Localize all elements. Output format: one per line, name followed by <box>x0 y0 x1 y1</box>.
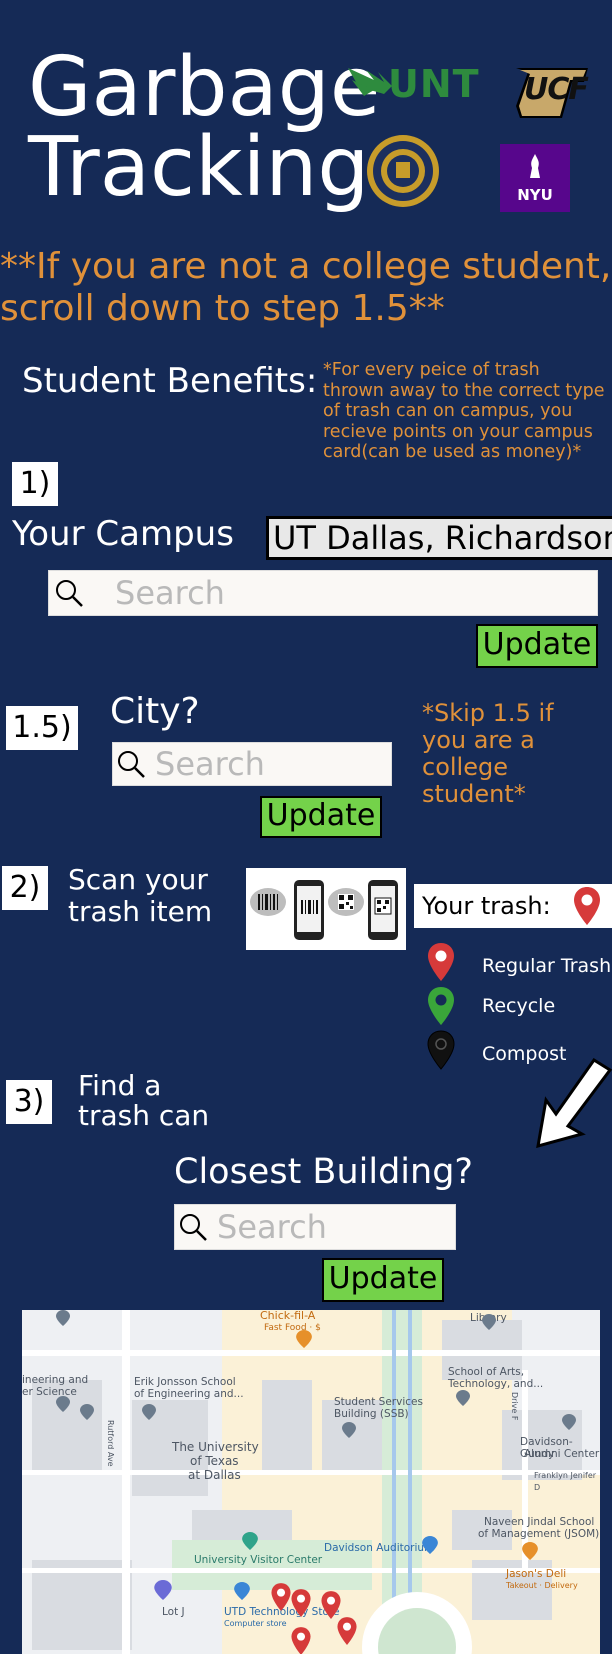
recycle-pin-icon <box>428 987 454 1025</box>
step3-number: 3) <box>6 1080 52 1124</box>
trash-can-pin-icon[interactable] <box>290 1588 312 1618</box>
closest-building-label: Closest Building? <box>174 1152 473 1192</box>
title-line1: Garbage <box>28 40 381 135</box>
step3-label-line2: trash can <box>78 1099 210 1132</box>
step2-label-line2: trash item <box>68 895 213 928</box>
campus-map[interactable]: Chick-fil-A Fast Food · $ Library ineeri… <box>22 1310 600 1654</box>
map-poi-icon[interactable] <box>456 1390 470 1406</box>
map-label-ssb1: Student Services <box>334 1396 423 1408</box>
your-trash-panel: Your trash: <box>414 884 612 928</box>
map-label-jason: Jason's Deli <box>506 1568 567 1580</box>
campus-search-placeholder: Search <box>115 574 225 612</box>
legend-regular-trash: Regular Trash <box>482 955 612 977</box>
campus-input[interactable]: UT Dallas, Richardson <box>266 516 612 560</box>
map-food-icon[interactable] <box>296 1330 312 1348</box>
map-label-jindal2: of Management (JSOM) <box>478 1528 600 1540</box>
your-trash-label: Your trash: <box>422 892 551 920</box>
nyu-logo-text: NYU <box>517 186 553 204</box>
city-search-placeholder: Search <box>155 745 265 783</box>
map-poi-icon[interactable] <box>142 1404 156 1420</box>
map-label-franklyn: Franklyn Jenifer D <box>534 1471 597 1492</box>
map-poi-icon[interactable] <box>56 1310 70 1326</box>
arrow-down-left-icon <box>536 1058 612 1148</box>
step15-number: 1.5) <box>6 706 78 750</box>
search-icon <box>118 751 145 778</box>
map-poi-icon[interactable] <box>80 1404 94 1420</box>
red-pin-icon <box>574 887 600 925</box>
benefits-label: Student Benefits: <box>22 361 318 401</box>
campus-update-button[interactable]: Update <box>476 624 598 668</box>
map-label-jason-sub: Takeout · Delivery <box>506 1581 578 1590</box>
map-poi-icon[interactable] <box>482 1314 496 1330</box>
uc-seal-logo <box>366 134 440 208</box>
search-icon <box>180 1214 207 1241</box>
step2-label-line1: Scan your <box>68 863 208 896</box>
city-update-button[interactable]: Update <box>260 796 382 838</box>
map-label-chick: Chick-fil-A <box>260 1310 316 1322</box>
map-label-drive: Drive F <box>510 1392 519 1421</box>
step3-label-line1: Find a <box>78 1069 162 1102</box>
nyu-logo: NYU <box>500 144 570 212</box>
map-poi-icon[interactable] <box>56 1396 70 1412</box>
map-label-jindal1: Naveen Jindal School <box>484 1516 595 1528</box>
map-label-utd2: of Texas <box>190 1454 239 1468</box>
title-line2: Tracking <box>28 120 370 215</box>
map-parking-icon[interactable] <box>154 1580 172 1600</box>
map-label-jonsson2: of Engineering and... <box>134 1388 244 1400</box>
scan-image <box>246 868 406 950</box>
map-label-jonsson1: Erik Jonsson School <box>134 1376 236 1388</box>
regular-trash-pin-icon <box>428 943 454 981</box>
map-poi-icon[interactable] <box>562 1414 576 1430</box>
building-search-placeholder: Search <box>217 1208 327 1246</box>
building-search-input[interactable]: Search <box>174 1204 456 1250</box>
map-label-arts2: Technology, and... <box>448 1378 544 1390</box>
map-music-icon[interactable] <box>422 1536 438 1554</box>
map-label-lotj: Lot J <box>162 1606 185 1618</box>
step1-label: Your Campus <box>12 514 234 554</box>
search-icon <box>56 580 83 607</box>
building-update-button[interactable]: Update <box>322 1258 444 1302</box>
legend-recycle: Recycle <box>482 995 556 1017</box>
map-store-icon[interactable] <box>234 1582 250 1600</box>
map-poi-icon[interactable] <box>342 1422 356 1438</box>
skip-note: *Skip 1.5 if you are a college student* <box>422 699 554 808</box>
unt-logo: UNT <box>344 60 479 110</box>
step1-number: 1) <box>12 462 58 506</box>
map-label-aud: Davidson Auditorium <box>324 1542 435 1554</box>
notice-line2: scroll down to step 1.5** <box>0 288 445 329</box>
trash-can-pin-icon[interactable] <box>290 1626 312 1654</box>
map-label-store2: Computer store <box>224 1619 287 1628</box>
map-label-chick-sub: Fast Food · $ <box>264 1323 321 1333</box>
unt-logo-text: UNT <box>388 62 480 106</box>
map-label-arts1: School of Arts, <box>448 1366 525 1378</box>
map-label-visitor: University Visitor Center <box>194 1554 323 1566</box>
map-label-eng1: ineering and <box>22 1374 89 1386</box>
step15-label: City? <box>110 691 200 732</box>
compost-pin-icon <box>427 1030 455 1070</box>
trash-can-pin-icon[interactable] <box>270 1582 292 1612</box>
map-food-icon[interactable] <box>522 1542 538 1560</box>
map-label-utd3: at Dallas <box>188 1468 241 1482</box>
campus-search-input[interactable]: Search <box>48 570 598 616</box>
trash-can-pin-icon[interactable] <box>336 1616 358 1646</box>
map-label-dg2: Alumni Center <box>524 1448 600 1460</box>
ucf-logo: UCF <box>510 62 594 126</box>
notice-line1: **If you are not a college student, <box>0 246 612 287</box>
map-label-ssb2: Building (SSB) <box>334 1408 409 1420</box>
map-label-rutford: Rutford Ave <box>106 1420 115 1467</box>
benefits-text: *For every peice of trash thrown away to… <box>323 360 605 462</box>
step2-number: 2) <box>2 866 48 910</box>
map-visitor-icon[interactable] <box>242 1532 258 1550</box>
city-search-input[interactable]: Search <box>112 742 392 786</box>
map-label-utd1: The University <box>172 1440 259 1454</box>
ucf-logo-text: UCF <box>524 72 589 107</box>
